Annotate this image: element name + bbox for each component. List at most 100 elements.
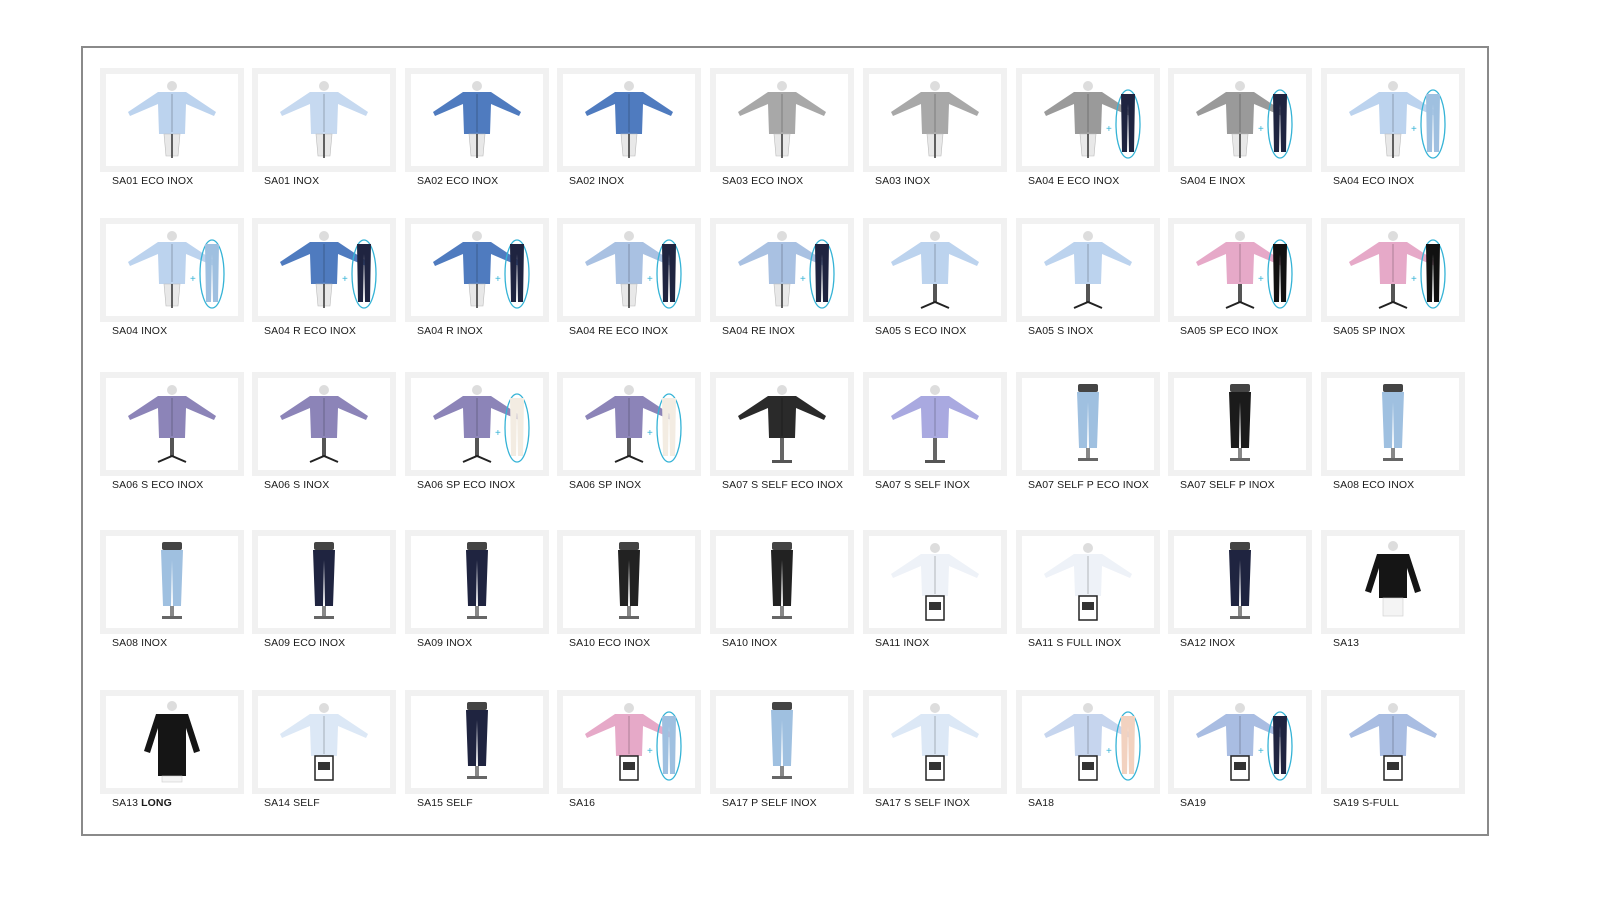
- product-image: +: [258, 224, 390, 316]
- product-tile[interactable]: +: [557, 218, 701, 322]
- product-label: SA04 E INOX: [1180, 175, 1245, 187]
- product-tile[interactable]: [252, 690, 396, 794]
- product-label: SA05 S ECO INOX: [875, 325, 966, 337]
- product-image: +: [716, 224, 848, 316]
- product-illustration: [313, 542, 335, 619]
- product-image: +: [563, 378, 695, 470]
- svg-text:+: +: [1411, 124, 1417, 135]
- product-image: [1174, 536, 1306, 628]
- product-tile[interactable]: +: [405, 372, 549, 476]
- product-tile[interactable]: [405, 530, 549, 634]
- product-tile[interactable]: [710, 68, 854, 172]
- svg-text:+: +: [1411, 274, 1417, 285]
- product-label: SA17 S SELF INOX: [875, 797, 970, 809]
- product-label-text: SA14 SELF: [264, 797, 320, 809]
- svg-text:+: +: [495, 274, 501, 285]
- product-tile[interactable]: [1321, 690, 1465, 794]
- product-tile[interactable]: [1016, 372, 1160, 476]
- product-label-text: SA07 SELF P INOX: [1180, 479, 1275, 491]
- product-illustration: [738, 385, 826, 463]
- product-tile[interactable]: [710, 690, 854, 794]
- product-image: +: [1174, 696, 1306, 788]
- product-tile[interactable]: [1168, 530, 1312, 634]
- product-label: SA01 ECO INOX: [112, 175, 193, 187]
- product-tile[interactable]: [863, 530, 1007, 634]
- product-illustration: [585, 81, 673, 158]
- product-tile[interactable]: [100, 68, 244, 172]
- product-tile[interactable]: [100, 690, 244, 794]
- product-illustration: [891, 81, 979, 158]
- product-image: [1327, 536, 1459, 628]
- product-tile[interactable]: [100, 530, 244, 634]
- product-illustration: +: [585, 385, 682, 463]
- product-tile[interactable]: [557, 68, 701, 172]
- product-illustration: [466, 542, 488, 619]
- product-tile[interactable]: [863, 690, 1007, 794]
- product-tile[interactable]: +: [405, 218, 549, 322]
- product-tile[interactable]: [252, 372, 396, 476]
- product-illustration: +: [738, 231, 835, 309]
- product-label-text: SA02 INOX: [569, 175, 625, 187]
- product-label: SA04 E ECO INOX: [1028, 175, 1119, 187]
- product-image: +: [1022, 74, 1154, 166]
- product-image: [869, 696, 1001, 788]
- product-image: +: [1174, 224, 1306, 316]
- product-tile[interactable]: [405, 68, 549, 172]
- product-tile[interactable]: [252, 68, 396, 172]
- product-label-text: SA04 RE INOX: [722, 325, 795, 337]
- product-tile[interactable]: [100, 372, 244, 476]
- product-label-text: SA13: [112, 797, 139, 809]
- product-label: SA05 SP ECO INOX: [1180, 325, 1278, 337]
- product-label: SA01 INOX: [264, 175, 319, 187]
- product-tile[interactable]: [863, 372, 1007, 476]
- product-tile[interactable]: [710, 372, 854, 476]
- product-label-text: SA07 SELF P ECO INOX: [1028, 479, 1149, 491]
- product-tile[interactable]: [557, 530, 701, 634]
- product-tile[interactable]: +: [557, 372, 701, 476]
- product-tile[interactable]: +: [252, 218, 396, 322]
- product-tile[interactable]: +: [710, 218, 854, 322]
- product-label: SA06 S ECO INOX: [112, 479, 203, 491]
- product-tile[interactable]: +: [100, 218, 244, 322]
- product-image: [258, 536, 390, 628]
- product-image: [1174, 378, 1306, 470]
- product-illustration: [891, 543, 979, 621]
- product-illustration: [280, 703, 368, 781]
- product-illustration: [771, 702, 793, 779]
- product-illustration: [1365, 541, 1421, 617]
- product-illustration: [1382, 384, 1404, 461]
- product-tile[interactable]: [405, 690, 549, 794]
- product-tile[interactable]: +: [1321, 68, 1465, 172]
- product-label: SA07 SELF P INOX: [1180, 479, 1275, 491]
- product-label: SA04 ECO INOX: [1333, 175, 1414, 187]
- product-tile[interactable]: +: [1016, 690, 1160, 794]
- product-tile[interactable]: +: [1168, 690, 1312, 794]
- product-tile[interactable]: [1321, 372, 1465, 476]
- product-tile[interactable]: +: [557, 690, 701, 794]
- product-tile[interactable]: +: [1168, 68, 1312, 172]
- product-label-text: SA10 INOX: [722, 637, 778, 649]
- product-tile[interactable]: +: [1168, 218, 1312, 322]
- product-image: +: [1174, 74, 1306, 166]
- product-tile[interactable]: [863, 218, 1007, 322]
- product-tile[interactable]: [252, 530, 396, 634]
- product-image: [869, 74, 1001, 166]
- product-label-text: SA18: [1028, 797, 1055, 809]
- product-tile[interactable]: [1016, 530, 1160, 634]
- product-tile[interactable]: [1016, 218, 1160, 322]
- svg-text:+: +: [1258, 746, 1264, 757]
- product-label-text: SA08 INOX: [112, 637, 168, 649]
- product-tile[interactable]: +: [1016, 68, 1160, 172]
- product-label: SA08 INOX: [112, 637, 167, 649]
- product-tile[interactable]: [1168, 372, 1312, 476]
- product-tile[interactable]: [863, 68, 1007, 172]
- product-tile[interactable]: [710, 530, 854, 634]
- product-label-text: SA01 INOX: [264, 175, 320, 187]
- product-label: SA04 INOX: [112, 325, 167, 337]
- product-tile[interactable]: [1321, 530, 1465, 634]
- product-tile[interactable]: +: [1321, 218, 1465, 322]
- product-image: +: [563, 696, 695, 788]
- product-image: [869, 536, 1001, 628]
- product-label-text: SA04 RE ECO INOX: [569, 325, 669, 337]
- product-image: [1327, 378, 1459, 470]
